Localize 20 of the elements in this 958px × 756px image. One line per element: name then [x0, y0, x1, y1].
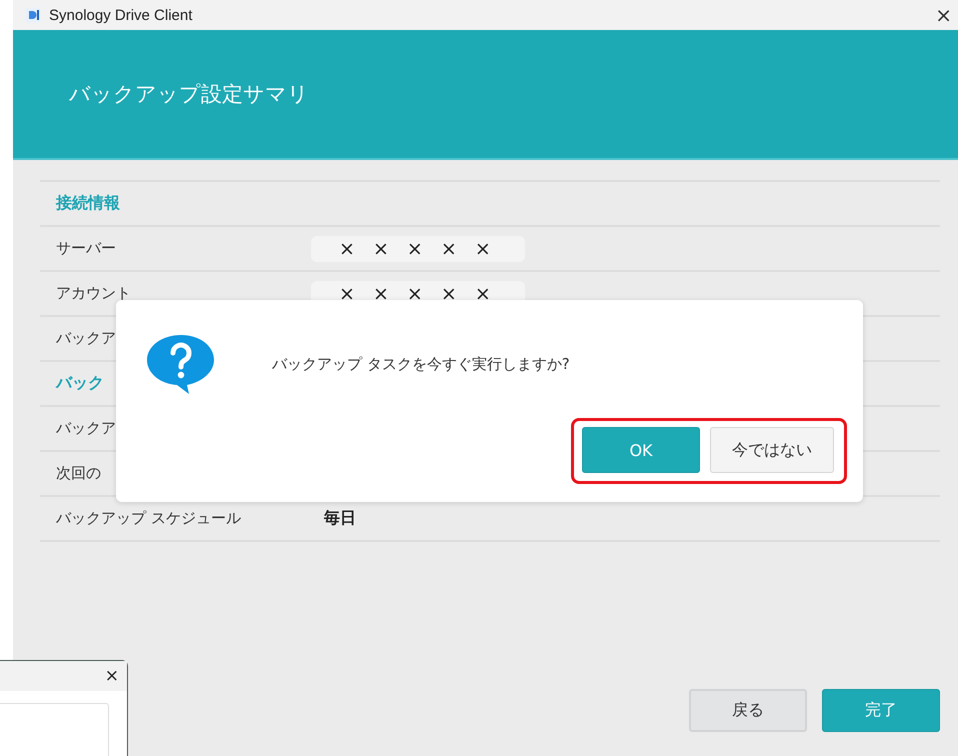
dialog-button[interactable]: 今ではない	[710, 427, 834, 473]
section-heading: 接続情報	[56, 193, 120, 214]
row-label: バックア	[56, 419, 117, 438]
section-heading: バック	[56, 373, 104, 394]
question-bubble-icon	[145, 333, 217, 395]
dialog-message: バックアップ タスクを今すぐ実行しますか?	[272, 354, 570, 374]
footer-button[interactable]: 戻る	[689, 689, 807, 732]
app-logo-icon	[25, 7, 41, 23]
row-label: サーバー	[56, 239, 117, 258]
close-button[interactable]: ×	[935, 5, 952, 25]
close-button[interactable]: ×	[104, 668, 119, 684]
window-title: Synology Drive Client	[49, 6, 192, 24]
row-value: × × × × ×	[311, 236, 525, 262]
row-label: バックア	[56, 329, 117, 348]
row-label: アカウント	[56, 284, 132, 303]
row-value: 毎日	[324, 508, 356, 529]
input-field[interactable]	[0, 703, 109, 756]
row-label: 次回の	[56, 464, 102, 483]
page-title: バックアップ設定サマリ	[69, 81, 309, 108]
row-label: バックアップ スケジュール	[56, 509, 242, 528]
